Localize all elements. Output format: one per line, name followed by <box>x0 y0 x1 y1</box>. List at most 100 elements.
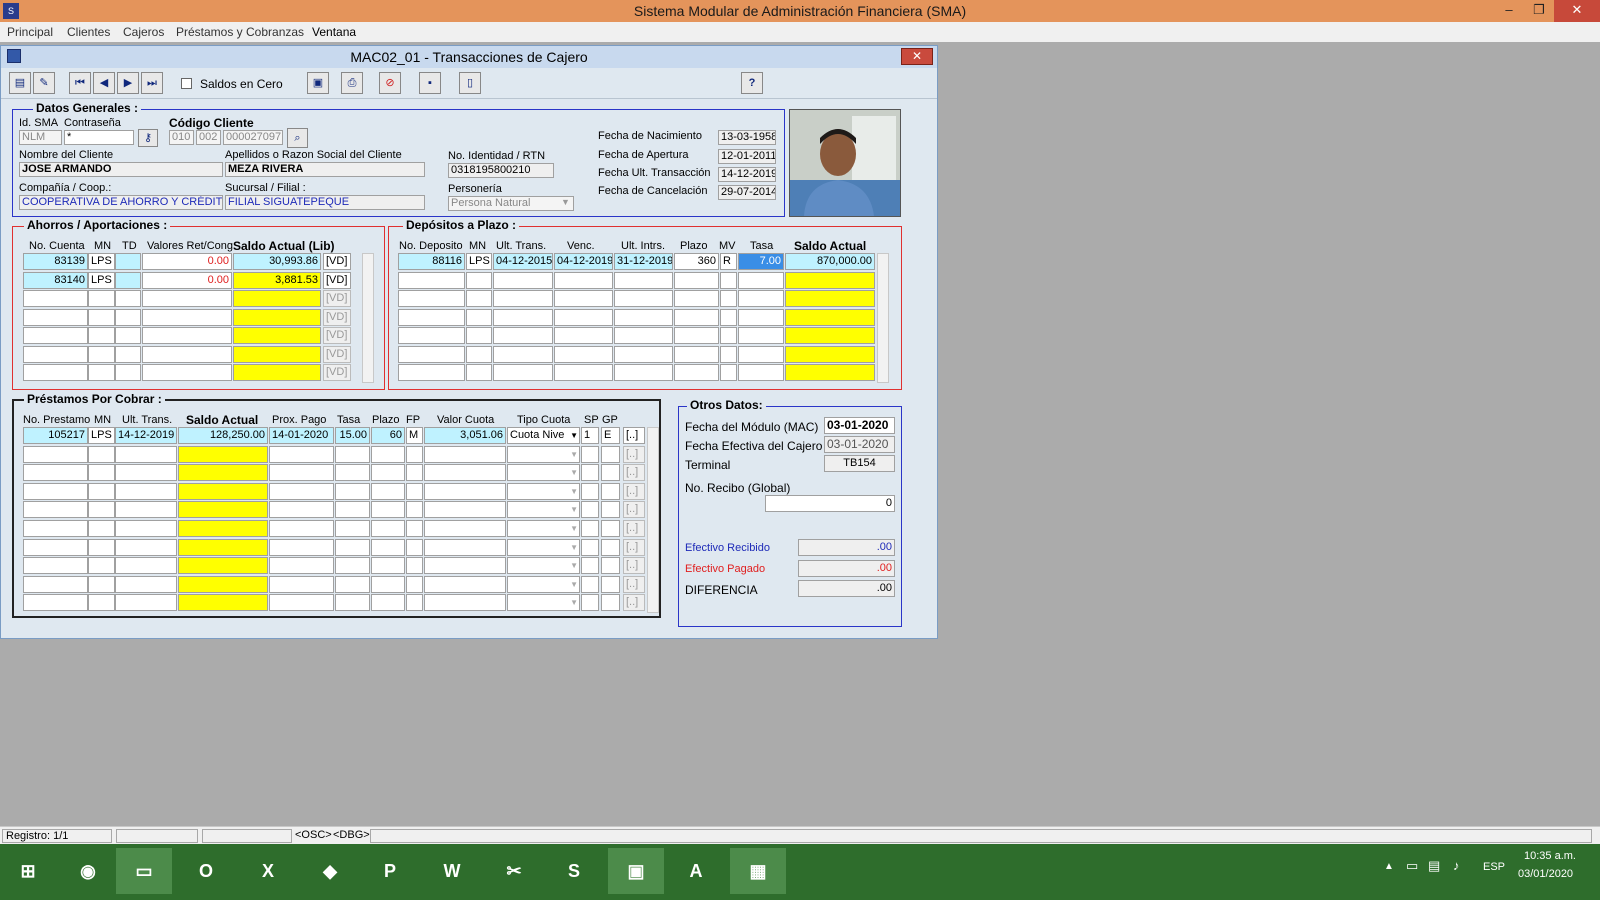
dep-saldo-cell[interactable] <box>785 308 875 326</box>
dep-tasa-cell[interactable]: 7.00 <box>738 253 784 270</box>
language-indicator[interactable]: ESP <box>1483 861 1505 873</box>
pre-fp-cell[interactable] <box>406 575 423 593</box>
pre-fp-cell[interactable] <box>406 594 423 612</box>
dep-mn-cell[interactable]: LPS <box>466 253 492 270</box>
pre-mn-cell[interactable] <box>88 520 115 537</box>
ahorros-valores-cell[interactable]: 0.00 <box>142 253 232 270</box>
ahorros-valores-cell[interactable]: 0.00 <box>142 271 232 289</box>
dep-ult-cell[interactable] <box>493 345 553 363</box>
dep-mv-cell[interactable] <box>720 364 737 381</box>
dep-mn-cell[interactable] <box>466 345 492 363</box>
pre-num-cell[interactable] <box>23 520 88 537</box>
dep-mv-cell[interactable] <box>720 327 737 344</box>
codigo-cliente-field[interactable]: 000027097 <box>223 130 283 145</box>
pre-saldo-cell[interactable] <box>178 538 268 556</box>
pre-sp-cell[interactable] <box>581 520 599 537</box>
dep-mn-cell[interactable] <box>466 364 492 381</box>
network-icon[interactable]: ▤ <box>1428 858 1440 874</box>
last-record-icon[interactable]: ⏭ <box>141 72 163 94</box>
dep-num-cell[interactable] <box>398 271 465 289</box>
dep-venc-cell[interactable] <box>554 308 613 326</box>
outlook-icon[interactable]: O <box>178 848 234 894</box>
pre-tasa-cell[interactable] <box>335 538 370 556</box>
print-icon[interactable]: ⎙ <box>341 72 363 94</box>
pre-tasa-cell[interactable]: 15.00 <box>335 427 370 444</box>
ahorros-cuenta-cell[interactable] <box>23 364 88 381</box>
pre-mn-cell[interactable]: LPS <box>88 427 115 444</box>
ahorros-cuenta-cell[interactable]: 83139 <box>23 253 88 270</box>
pre-saldo-cell[interactable] <box>178 464 268 482</box>
dep-num-cell[interactable] <box>398 364 465 381</box>
codigo-filial-field[interactable]: 002 <box>196 130 221 145</box>
ahorros-scrollbar[interactable] <box>362 253 374 383</box>
pre-plazo-cell[interactable] <box>371 464 405 482</box>
tipo-cuota-dropdown-icon[interactable]: ▼ <box>570 577 578 592</box>
pre-prox-cell[interactable] <box>269 464 334 482</box>
tipo-cuota-dropdown-icon[interactable]: ▼ <box>570 484 578 499</box>
pre-tipo-cell[interactable]: Cuota Nive ▼ <box>507 427 580 444</box>
chrome-icon[interactable]: ◉ <box>60 848 116 894</box>
clock-time[interactable]: 10:35 a.m. <box>1524 850 1576 862</box>
tipo-cuota-dropdown-icon[interactable]: ▼ <box>570 465 578 480</box>
dep-venc-cell[interactable] <box>554 271 613 289</box>
dep-venc-cell[interactable] <box>554 345 613 363</box>
tipo-cuota-dropdown-icon[interactable]: ▼ <box>570 447 578 462</box>
dep-mn-cell[interactable] <box>466 290 492 307</box>
ahorros-vd-button[interactable]: [VD] <box>323 271 351 289</box>
dep-intrs-cell[interactable] <box>614 364 673 381</box>
dep-ult-cell[interactable] <box>493 364 553 381</box>
pre-saldo-cell[interactable] <box>178 501 268 519</box>
file-explorer-icon[interactable]: ▭ <box>116 848 172 894</box>
prev-record-icon[interactable]: ◀ <box>93 72 115 94</box>
volume-icon[interactable]: ♪ <box>1453 858 1460 873</box>
exit-door-icon[interactable]: ▯ <box>459 72 481 94</box>
pre-mn-cell[interactable] <box>88 464 115 482</box>
pre-tasa-cell[interactable] <box>335 594 370 612</box>
planner-icon[interactable]: ▦ <box>730 848 786 894</box>
pre-sp-cell[interactable] <box>581 594 599 612</box>
ahorros-td-cell[interactable] <box>115 308 141 326</box>
pre-tasa-cell[interactable] <box>335 557 370 575</box>
ahorros-valores-cell[interactable] <box>142 364 232 381</box>
first-record-icon[interactable]: ⏮ <box>69 72 91 94</box>
pre-mn-cell[interactable] <box>88 501 115 519</box>
cancelacion-field[interactable]: 29-07-2014 <box>718 185 776 200</box>
pre-gp-cell[interactable] <box>601 575 620 593</box>
dep-tasa-cell[interactable] <box>738 308 784 326</box>
pre-saldo-cell[interactable] <box>178 557 268 575</box>
ahorros-valores-cell[interactable] <box>142 308 232 326</box>
pre-ult-cell[interactable] <box>115 482 177 500</box>
pre-sp-cell[interactable] <box>581 575 599 593</box>
close-button[interactable]: ✕ <box>1554 0 1600 22</box>
pre-cuota-cell[interactable] <box>424 445 506 463</box>
dep-ult-cell[interactable] <box>493 271 553 289</box>
ahorros-td-cell[interactable] <box>115 345 141 363</box>
pre-saldo-cell[interactable] <box>178 445 268 463</box>
pre-mn-cell[interactable] <box>88 538 115 556</box>
pre-saldo-cell[interactable] <box>178 594 268 612</box>
personeria-select[interactable]: Persona Natural <box>448 196 574 211</box>
pre-detail-button[interactable]: [..] <box>623 501 645 519</box>
ahorros-saldo-cell[interactable]: 30,993.86 <box>233 253 321 270</box>
pre-tipo-cell[interactable]: ▼ <box>507 538 580 556</box>
excel-icon[interactable]: X <box>240 848 296 894</box>
pre-plazo-cell[interactable] <box>371 557 405 575</box>
monitor-icon[interactable]: ▣ <box>307 72 329 94</box>
pre-cuota-cell[interactable] <box>424 501 506 519</box>
ahorros-saldo-cell[interactable] <box>233 327 321 344</box>
ahorros-mn-cell[interactable]: LPS <box>88 271 115 289</box>
tray-up-icon[interactable]: ▲ <box>1384 861 1394 872</box>
ahorros-vd-button[interactable]: [VD] <box>323 345 351 363</box>
ahorros-saldo-cell[interactable] <box>233 290 321 307</box>
pre-gp-cell[interactable] <box>601 501 620 519</box>
pre-tipo-cell[interactable]: ▼ <box>507 520 580 537</box>
skype-icon[interactable]: S <box>546 848 602 894</box>
pre-plazo-cell[interactable] <box>371 445 405 463</box>
ahorros-mn-cell[interactable] <box>88 290 115 307</box>
dep-mn-cell[interactable] <box>466 271 492 289</box>
dep-ult-cell[interactable] <box>493 327 553 344</box>
dep-tasa-cell[interactable] <box>738 290 784 307</box>
pre-num-cell[interactable] <box>23 594 88 612</box>
pre-mn-cell[interactable] <box>88 445 115 463</box>
dep-saldo-cell[interactable] <box>785 271 875 289</box>
